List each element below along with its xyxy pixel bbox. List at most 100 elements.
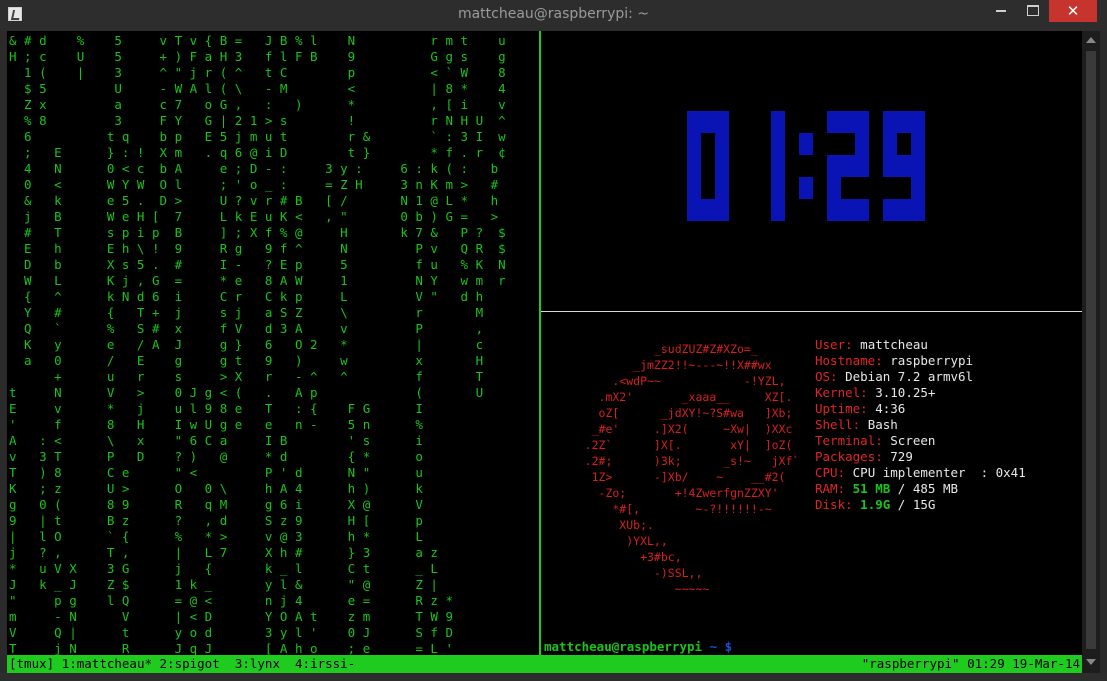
logo-line: .<wdP~~ -!YZL, (612, 374, 786, 388)
tmux-window-3[interactable]: 3:lynx (235, 656, 280, 671)
clock-digit (883, 111, 925, 221)
clock-colon (799, 133, 813, 199)
matrix-line: Q ` % S # x f V d 3 A v P , (24, 321, 484, 336)
logo-line: *#[, ~-?!!!!!!-~ (612, 502, 772, 516)
matrix-line: K y e / A J g } 6 O 2 * | c (24, 337, 484, 352)
info-value: raspberrypi (890, 353, 974, 368)
matrix-line: ' f 8 H I w U g e e n - 5 n % (9, 417, 423, 432)
clock-digit (687, 111, 729, 221)
clock-digit (771, 111, 785, 221)
info-row: Uptime: 4:36 (815, 401, 1026, 417)
window-title: mattcheau@raspberrypi: ~ (457, 6, 650, 22)
matrix-line: t N V > 0 J g < ( . A p ( U (9, 385, 484, 400)
debian-logo: _sudZUZ#Z#XZo=_ _jmZZ2!!~---~!!X##wx .<w… (557, 341, 800, 597)
info-row: Hostname: raspberrypi (815, 353, 1026, 369)
matrix-line: E v * j u l 9 8 e T : { F G I (9, 401, 423, 416)
info-row: Kernel: 3.10.25+ (815, 385, 1026, 401)
disk-used: 1.9G (860, 497, 891, 512)
logo-line: -)SSL,, (653, 566, 703, 580)
matrix-line: * u V X 3 G j { k _ l C t _ L (9, 561, 438, 576)
logo-line: _#e' .]X2( ~Xw| )XXc (591, 422, 793, 436)
info-value: mattcheau (860, 337, 928, 352)
info-key: OS: (815, 369, 838, 384)
tmux-window-1[interactable]: 1:mattcheau* (62, 656, 152, 671)
disk-key: Disk: (815, 497, 853, 512)
tmux-status-bar: [tmux] 1:mattcheau* 2:spigot 3:lynx 4:ir… (7, 655, 1082, 673)
shell-prompt[interactable]: mattcheau@raspberrypi ~ $ (544, 639, 732, 654)
info-key: Kernel: (815, 385, 868, 400)
tmux-window-4[interactable]: 4:irssi- (295, 656, 355, 671)
maximize-button[interactable] (1018, 0, 1048, 22)
minimize-icon (996, 9, 1006, 12)
matrix-line: 6 t q b p E 5 j m u t r & ` : 3 I w (24, 129, 506, 144)
matrix-line: % 8 3 F Y G | 2 1 > s ! r N H U ^ (24, 113, 506, 128)
matrix-line: a 0 / E g g t 9 ) w x H (24, 353, 484, 368)
matrix-line: + u r s > X r - ^ ^ f T (54, 369, 484, 384)
matrix-line: Z x a c 7 o G , : ) * , [ i v (24, 97, 506, 112)
matrix-pane[interactable]: & # d % 5 v T v { B = J B % l N r m t u … (7, 31, 537, 655)
tmux-date: 19-Mar-14 (1012, 656, 1080, 671)
maximize-icon (1027, 5, 1039, 16)
info-value: Screen (890, 433, 936, 448)
tmux-status-right: "raspberrypi" 01:29 19-Mar-14 (862, 655, 1080, 673)
pane-divider-horizontal[interactable] (541, 311, 1082, 312)
matrix-line: 9 | t B z ? , d S z 9 H [ p (9, 513, 423, 528)
logo-line: XUb;. (619, 518, 654, 532)
matrix-line: | l O ` { % * > v @ 3 h * L (9, 529, 423, 544)
info-key: Hostname: (815, 353, 883, 368)
matrix-line: g 0 ( 8 9 R q M g 6 i X @ V (9, 497, 423, 512)
matrix-line: j ? , T , | L 7 X h # } 3 a z (9, 545, 438, 560)
tmux-window-2[interactable]: 2:spigot (160, 656, 220, 671)
ram-sep: / (890, 481, 913, 496)
tmux-host: "raspberrypi" (861, 656, 960, 671)
tmux-session[interactable]: [tmux] (9, 656, 54, 671)
matrix-line: T j N R J q J [ A h o ; e = L ' (9, 641, 454, 655)
info-key: Packages: (815, 449, 883, 464)
close-button[interactable]: ✕ (1049, 0, 1097, 22)
terminal[interactable]: & # d % 5 v T v { B = J B % l N r m t u … (7, 31, 1082, 673)
prompt-path: ~ $ (702, 639, 733, 654)
logo-line: _jmZZ2!!~---~!!X##wx (633, 358, 772, 372)
matrix-line: v 3 T P D ? ) @ * d { * o (9, 449, 423, 464)
logo-line: oZ[ _jdXY!~?S#wa ]Xb; (598, 406, 793, 420)
clock-pane (687, 111, 937, 235)
matrix-line: T ) 8 C e " < P ' d N " u (9, 465, 423, 480)
matrix-line: 1 ( | 3 ^ " j r ( ^ t C p < ` W 8 (24, 65, 506, 80)
info-value: Debian 7.2 armv6l (845, 369, 974, 384)
clock-digit (827, 111, 869, 221)
matrix-rain: & # d % 5 v T v { B = J B % l N r m t u … (7, 31, 537, 655)
logo-line: )YXL,, (626, 534, 668, 548)
scroll-up-arrow-icon[interactable] (1086, 37, 1096, 43)
minimize-button[interactable] (984, 0, 1018, 22)
matrix-line: K ; z U > O 0 \ h A 4 h ) k (9, 481, 423, 496)
pane-divider-vertical[interactable] (539, 31, 541, 655)
matrix-line: Y # { T + j s j a S Z \ r M (24, 305, 484, 320)
title-bar: mattcheau@raspberrypi: ~ ✕ (0, 0, 1107, 31)
disk-sep: / (890, 497, 913, 512)
logo-line: _sudZUZ#Z#XZo=_ (653, 342, 758, 356)
clock-display (687, 111, 925, 221)
matrix-line: W L K j , G = * e 8 A W 1 N Y w m r (24, 273, 506, 288)
matrix-line: m - N V | < D Y O A t z m T W 9 (9, 609, 454, 624)
logo-line: .2Z` ]X[. xY| ]oZ( (584, 438, 793, 452)
info-row: Terminal: Screen (815, 433, 1026, 449)
matrix-line: V Q | t y o d 3 y l ' 0 J S f D (9, 625, 454, 640)
system-info: User: mattcheau Hostname: raspberrypi OS: … (815, 337, 1026, 513)
scrollbar[interactable] (1082, 31, 1100, 673)
close-icon: ✕ (1066, 2, 1080, 20)
prompt-user-host: mattcheau@raspberrypi (544, 639, 703, 654)
info-row: CPU: CPU implementer : 0x41 (815, 465, 1026, 481)
info-key: CPU: (815, 465, 846, 480)
scrollbar-thumb[interactable] (1086, 51, 1096, 649)
matrix-line: ; E } : ! X m . q 6 @ i D t } * f . r ¢ (24, 145, 506, 160)
scroll-down-arrow-icon[interactable] (1086, 659, 1096, 665)
window-bottom-edge (0, 673, 1107, 681)
matrix-line: 4 N 0 < c b A e ; D - : 3 y : 6 : k ( : … (24, 161, 499, 176)
info-row: Packages: 729 (815, 449, 1026, 465)
info-key: User: (815, 337, 853, 352)
disk-total: 15G (912, 497, 936, 512)
logo-line: ~~~~~ (674, 582, 710, 596)
ram-total: 485 MB (912, 481, 959, 496)
logo-line: -Zo; +!4ZwerfgnZZXY' (598, 486, 779, 500)
info-row: Shell: Bash (815, 417, 1026, 433)
